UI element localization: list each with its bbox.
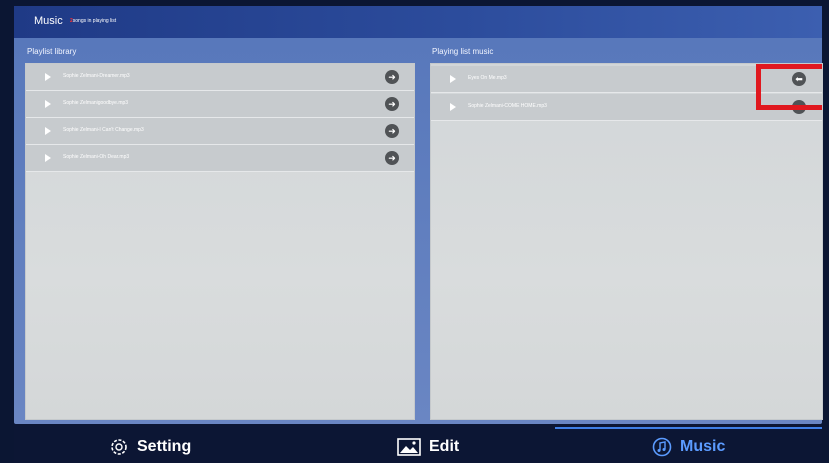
library-item-name: Sophie Zelmani-Dreamer.mp3 <box>63 73 130 79</box>
annotation-highlight-box <box>756 64 822 110</box>
song-count-indicator: 2songs in playing list <box>70 18 116 24</box>
tab-music-label: Music <box>680 438 726 455</box>
title-bar <box>14 6 822 38</box>
playlist-library-panel: Sophie Zelmani-Dreamer.mp3 ➜ Sophie Zelm… <box>25 63 415 420</box>
arrow-right-circle-icon[interactable]: ➜ <box>385 124 399 138</box>
library-item[interactable]: Sophie Zelmanigoodbye.mp3 ➜ <box>26 91 414 118</box>
app-title: Music <box>34 15 63 27</box>
library-item-name: Sophie Zelmanigoodbye.mp3 <box>63 100 129 106</box>
arrow-right-circle-icon[interactable]: ➜ <box>385 151 399 165</box>
library-item[interactable]: Sophie Zelmani-Dreamer.mp3 ➜ <box>26 64 414 91</box>
tab-setting[interactable]: Setting <box>109 436 191 458</box>
library-item-name: Sophie Zelmani-I Can't Change.mp3 <box>63 127 144 133</box>
tab-edit-label: Edit <box>429 438 460 455</box>
tab-edit[interactable]: Edit <box>397 436 459 458</box>
play-icon <box>45 127 51 135</box>
library-item[interactable]: Sophie Zelmani-I Can't Change.mp3 ➜ <box>26 118 414 145</box>
playing-list-title: Playing list music <box>432 47 494 56</box>
library-item-name: Sophie Zelmani-Oh Dear.mp3 <box>63 154 130 160</box>
play-icon <box>450 103 456 111</box>
play-icon <box>450 75 456 83</box>
active-tab-indicator <box>555 427 822 429</box>
playing-item-name: Eyes On Me.mp3 <box>468 75 507 81</box>
arrow-right-circle-icon[interactable]: ➜ <box>385 97 399 111</box>
music-note-icon <box>652 437 672 457</box>
playing-item-name: Sophie Zelmani-COME HOME.mp3 <box>468 103 547 109</box>
song-count-label: songs in playing list <box>72 18 117 24</box>
play-icon <box>45 154 51 162</box>
playlist-library-title: Playlist library <box>27 47 77 56</box>
arrow-right-circle-icon[interactable]: ➜ <box>385 70 399 84</box>
play-icon <box>45 100 51 108</box>
tab-music[interactable]: Music <box>652 436 725 458</box>
image-icon <box>397 438 421 456</box>
playing-list-panel: Eyes On Me.mp3 ⬅ Sophie Zelmani-COME HOM… <box>430 63 823 420</box>
play-icon <box>45 73 51 81</box>
library-item[interactable]: Sophie Zelmani-Oh Dear.mp3 ➜ <box>26 145 414 172</box>
gear-icon <box>111 439 127 455</box>
tab-setting-label: Setting <box>137 438 192 455</box>
